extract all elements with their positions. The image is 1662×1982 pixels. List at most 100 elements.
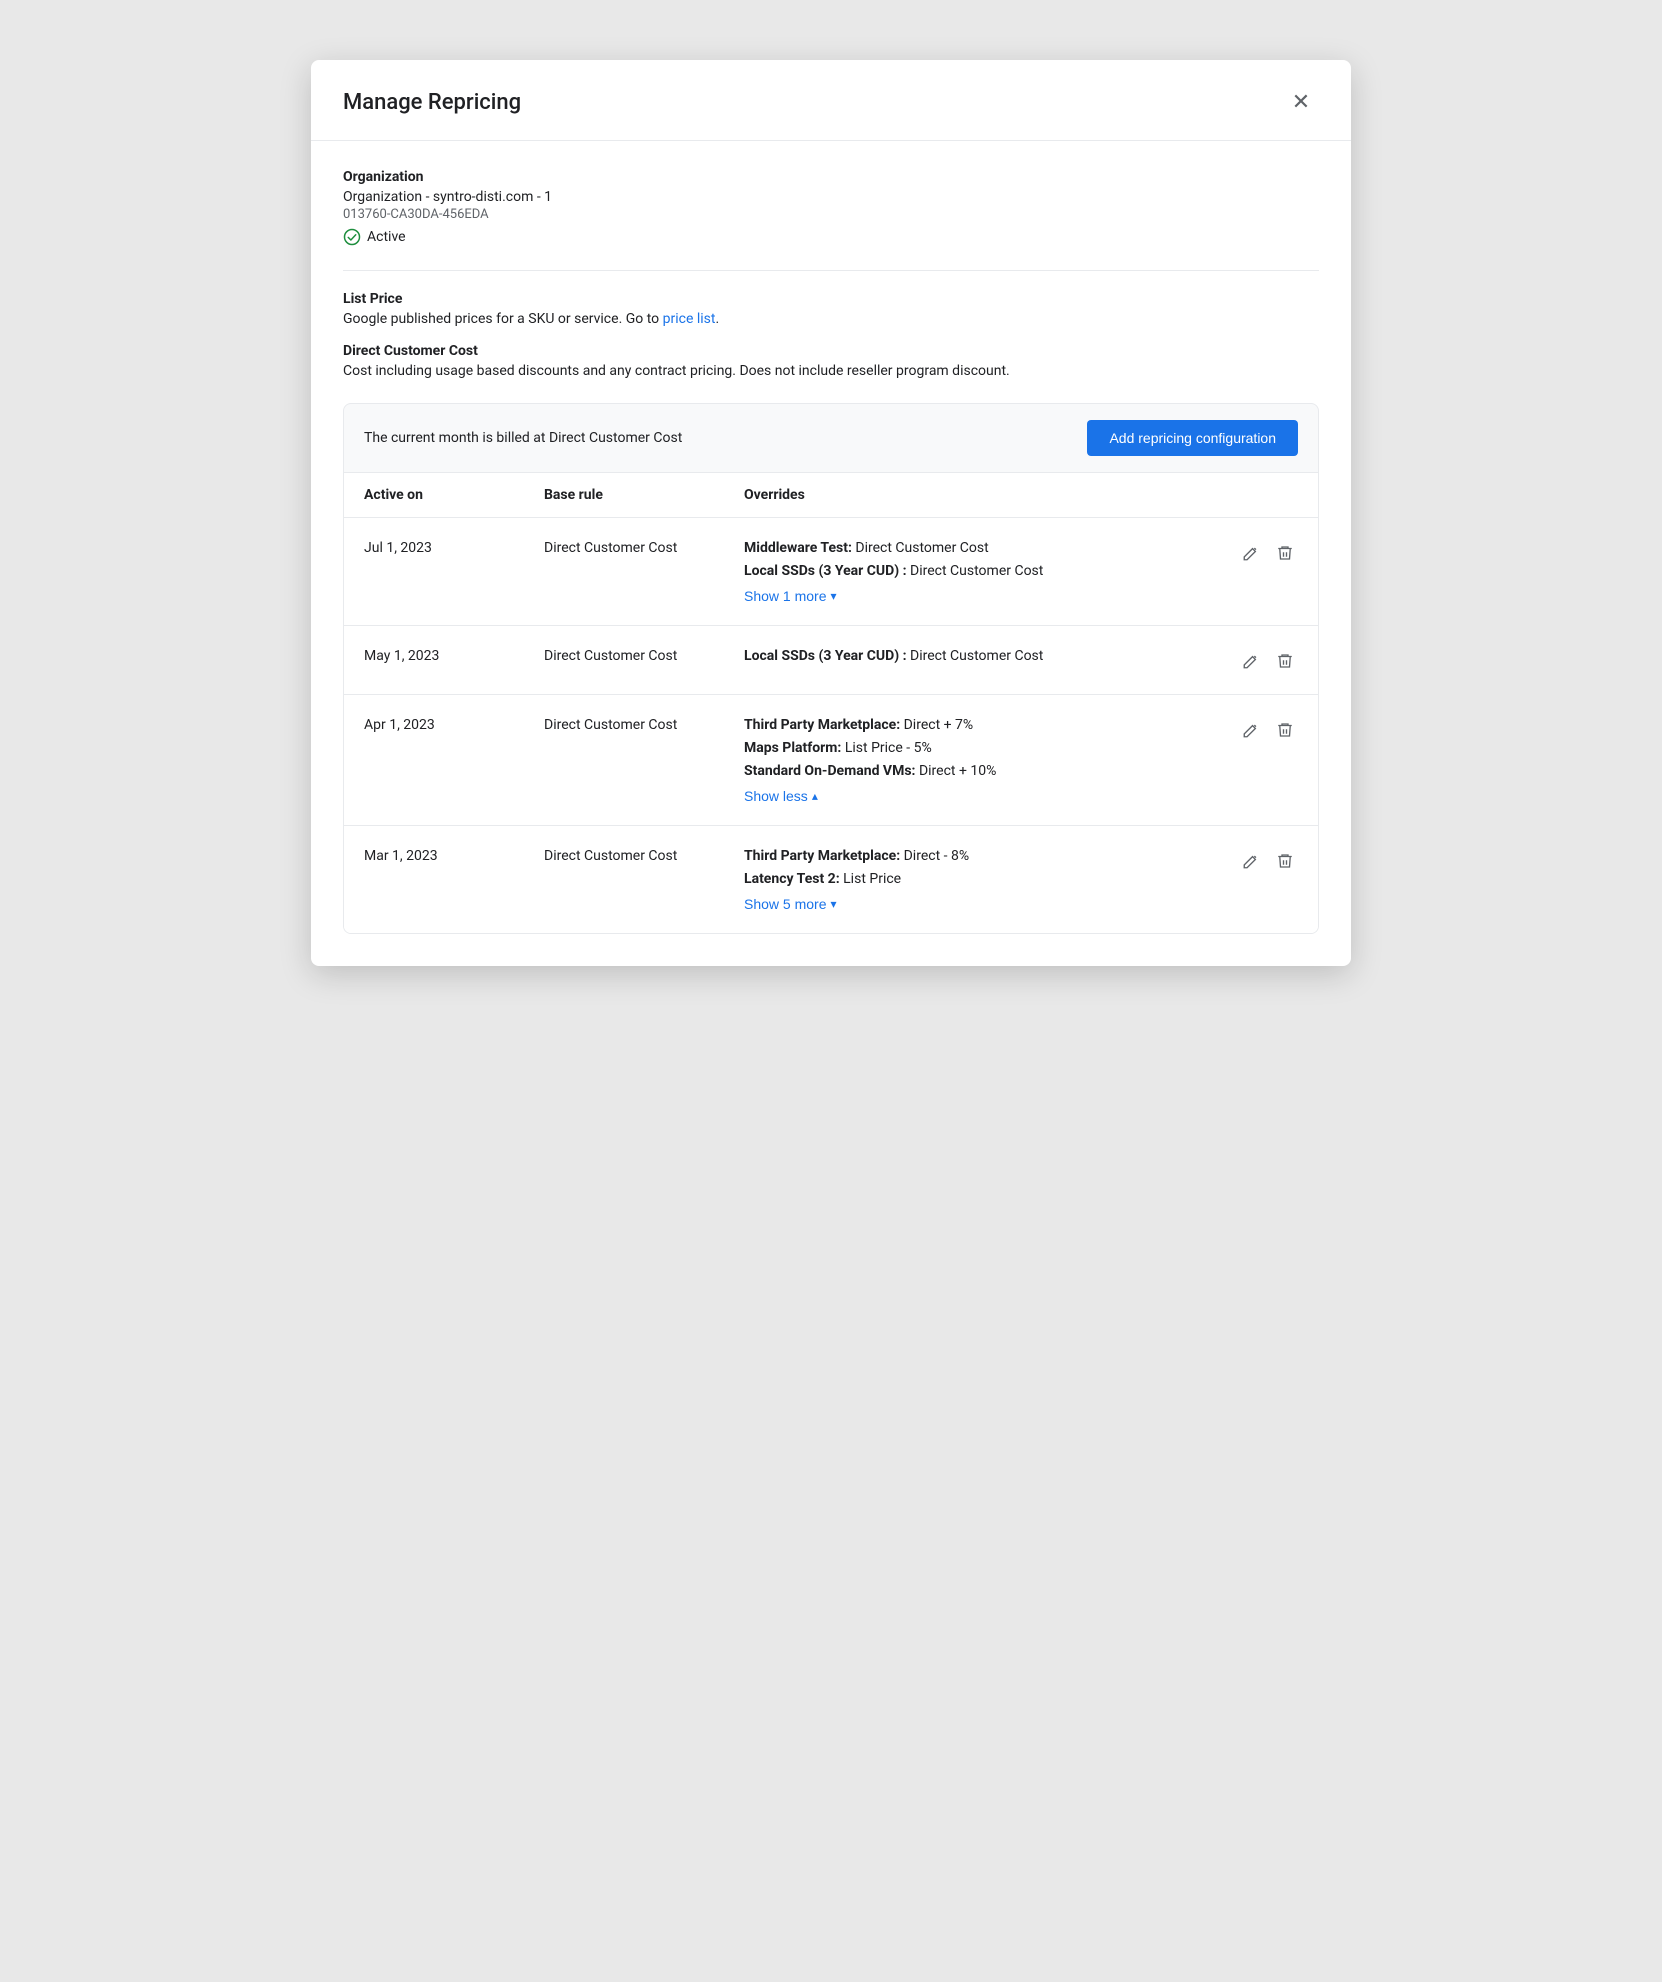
pencil-icon — [1242, 852, 1260, 870]
delete-button[interactable] — [1272, 717, 1298, 743]
override-rest: Direct - 8% — [900, 848, 969, 864]
table-row: Apr 1, 2023 Direct Customer Cost Third P… — [344, 695, 1318, 826]
delete-button[interactable] — [1272, 540, 1298, 566]
row-base-rule: Direct Customer Cost — [544, 715, 744, 733]
edit-button[interactable] — [1238, 717, 1264, 743]
direct-customer-cost-description: Cost including usage based discounts and… — [343, 363, 1319, 379]
override-bold: Maps Platform: — [744, 740, 841, 756]
organization-section: Organization Organization - syntro-disti… — [343, 169, 1319, 246]
row-base-rule: Direct Customer Cost — [544, 846, 744, 864]
delete-button[interactable] — [1272, 648, 1298, 674]
override-rest: List Price - 5% — [841, 740, 931, 756]
add-repricing-config-button[interactable]: Add repricing configuration — [1087, 420, 1298, 456]
edit-button[interactable] — [1238, 648, 1264, 674]
override-bold: Third Party Marketplace: — [744, 848, 900, 864]
edit-button[interactable] — [1238, 848, 1264, 874]
chevron-up-icon: ▴ — [812, 789, 818, 803]
direct-customer-cost-section: Direct Customer Cost Cost including usag… — [343, 343, 1319, 379]
direct-customer-cost-label: Direct Customer Cost — [343, 343, 1319, 359]
override-rest: List Price — [840, 871, 901, 887]
modal-body: Organization Organization - syntro-disti… — [311, 141, 1351, 966]
override-bold: Middleware Test: — [744, 540, 852, 556]
override-item: Local SSDs (3 Year CUD) : Direct Custome… — [744, 561, 1218, 582]
list-price-description: Google published prices for a SKU or ser… — [343, 311, 1319, 327]
override-rest: Direct Customer Cost — [907, 563, 1044, 579]
row-base-rule: Direct Customer Cost — [544, 646, 744, 664]
list-price-label: List Price — [343, 291, 1319, 307]
pencil-icon — [1242, 721, 1260, 739]
edit-button[interactable] — [1238, 540, 1264, 566]
billing-notice-text: The current month is billed at Direct Cu… — [364, 430, 682, 446]
pencil-icon — [1242, 544, 1260, 562]
row-date: Jul 1, 2023 — [364, 538, 544, 556]
trash-icon — [1276, 852, 1294, 870]
override-item: Latency Test 2: List Price — [744, 869, 1218, 890]
divider-1 — [343, 270, 1319, 271]
override-item: Maps Platform: List Price - 5% — [744, 738, 1218, 759]
row-date: Apr 1, 2023 — [364, 715, 544, 733]
row-actions — [1218, 846, 1298, 874]
pencil-icon — [1242, 652, 1260, 670]
repricing-table: Active on Base rule Overrides Jul 1, 202… — [343, 473, 1319, 934]
organization-status: Active — [343, 228, 1319, 246]
organization-name: Organization - syntro-disti.com - 1 — [343, 189, 1319, 205]
billing-notice-row: The current month is billed at Direct Cu… — [343, 403, 1319, 473]
trash-icon — [1276, 544, 1294, 562]
col-header-active-on: Active on — [364, 487, 544, 503]
override-bold: Local SSDs (3 Year CUD) : — [744, 563, 907, 579]
show-5-more-label: Show 5 more — [744, 896, 826, 912]
row-overrides: Local SSDs (3 Year CUD) : Direct Custome… — [744, 646, 1218, 669]
override-item: Third Party Marketplace: Direct + 7% — [744, 715, 1218, 736]
modal-header: Manage Repricing ✕ — [311, 60, 1351, 141]
override-bold: Third Party Marketplace: — [744, 717, 900, 733]
override-rest: Direct + 7% — [900, 717, 973, 733]
organization-id: 013760-CA30DA-456EDA — [343, 207, 1319, 222]
table-row: Mar 1, 2023 Direct Customer Cost Third P… — [344, 826, 1318, 933]
manage-repricing-modal: Manage Repricing ✕ Organization Organiza… — [311, 60, 1351, 966]
row-overrides: Middleware Test: Direct Customer Cost Lo… — [744, 538, 1218, 605]
list-price-section: List Price Google published prices for a… — [343, 291, 1319, 327]
override-bold: Standard On-Demand VMs: — [744, 763, 915, 779]
list-price-suffix: . — [715, 311, 719, 327]
override-rest: Direct + 10% — [915, 763, 996, 779]
table-header: Active on Base rule Overrides — [344, 473, 1318, 518]
row-base-rule: Direct Customer Cost — [544, 538, 744, 556]
col-header-base-rule: Base rule — [544, 487, 744, 503]
close-button[interactable]: ✕ — [1283, 84, 1319, 120]
organization-label: Organization — [343, 169, 1319, 185]
show-less-button[interactable]: Show less ▴ — [744, 788, 818, 804]
delete-button[interactable] — [1272, 848, 1298, 874]
row-actions — [1218, 646, 1298, 674]
modal-title: Manage Repricing — [343, 90, 521, 115]
show-more-label: Show 1 more — [744, 588, 826, 604]
row-date: Mar 1, 2023 — [364, 846, 544, 864]
row-actions — [1218, 715, 1298, 743]
override-item: Local SSDs (3 Year CUD) : Direct Custome… — [744, 646, 1218, 667]
price-list-link[interactable]: price list — [663, 311, 716, 327]
override-item: Middleware Test: Direct Customer Cost — [744, 538, 1218, 559]
active-check-icon — [343, 228, 361, 246]
override-rest: Direct Customer Cost — [852, 540, 989, 556]
show-less-label: Show less — [744, 788, 808, 804]
col-header-overrides: Overrides — [744, 487, 1218, 503]
table-row: Jul 1, 2023 Direct Customer Cost Middlew… — [344, 518, 1318, 626]
show-5-more-button[interactable]: Show 5 more ▾ — [744, 896, 837, 912]
override-item: Standard On-Demand VMs: Direct + 10% — [744, 761, 1218, 782]
override-bold: Latency Test 2: — [744, 871, 840, 887]
trash-icon — [1276, 721, 1294, 739]
status-text: Active — [367, 229, 406, 245]
row-date: May 1, 2023 — [364, 646, 544, 664]
row-overrides: Third Party Marketplace: Direct + 7% Map… — [744, 715, 1218, 805]
override-item: Third Party Marketplace: Direct - 8% — [744, 846, 1218, 867]
trash-icon — [1276, 652, 1294, 670]
override-bold: Local SSDs (3 Year CUD) : — [744, 648, 907, 664]
list-price-desc-text: Google published prices for a SKU or ser… — [343, 311, 663, 327]
show-more-button[interactable]: Show 1 more ▾ — [744, 588, 837, 604]
col-header-actions — [1218, 487, 1298, 503]
row-actions — [1218, 538, 1298, 566]
override-rest: Direct Customer Cost — [907, 648, 1044, 664]
chevron-down-icon: ▾ — [830, 897, 836, 911]
chevron-down-icon: ▾ — [830, 589, 836, 603]
row-overrides: Third Party Marketplace: Direct - 8% Lat… — [744, 846, 1218, 913]
table-row: May 1, 2023 Direct Customer Cost Local S… — [344, 626, 1318, 695]
